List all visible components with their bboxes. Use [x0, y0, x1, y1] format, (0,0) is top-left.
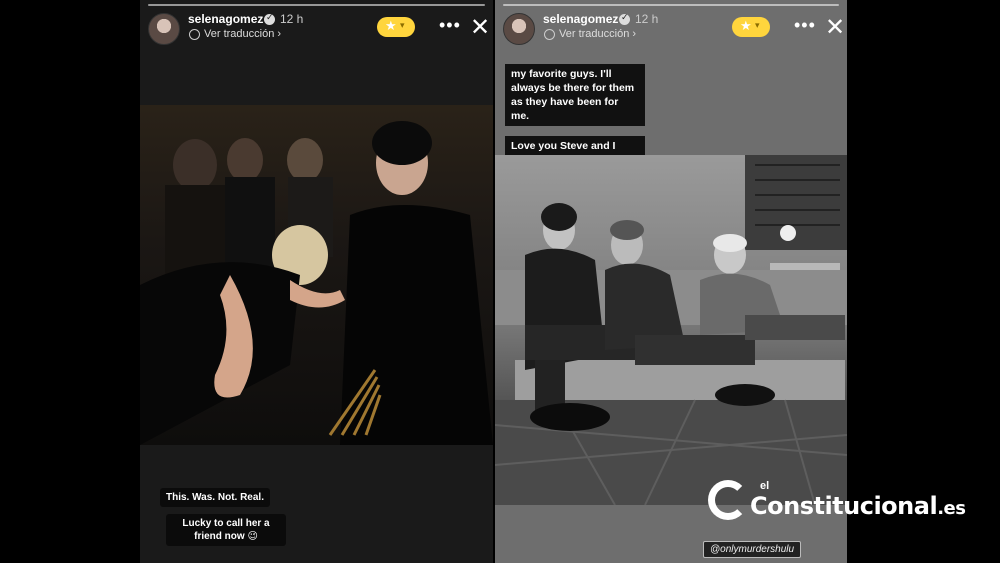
logo-name: Constitucional.es [750, 492, 966, 520]
story-progress-bar [503, 4, 839, 6]
photo-illustration [140, 121, 493, 445]
avatar[interactable] [148, 13, 180, 45]
verified-icon [619, 12, 630, 25]
translate-link[interactable]: Ver traducción › [559, 28, 636, 40]
logo-mark-icon [708, 480, 748, 520]
more-icon[interactable]: ••• [794, 15, 816, 36]
watermark-logo: el Constitucional.es [708, 478, 998, 533]
globe-icon [544, 29, 555, 40]
username[interactable]: selenagomez [188, 12, 263, 26]
verified-icon [264, 12, 275, 25]
mention-sticker[interactable]: @onlymurdershulu [703, 541, 802, 558]
story-photo [495, 155, 847, 505]
story-panel-left[interactable]: selenagomez 12 h Ver traducción › ★▾ •••… [140, 0, 493, 563]
chevron-down-icon: ▾ [400, 20, 405, 30]
close-icon[interactable]: ✕ [470, 13, 490, 42]
star-icon: ★ [385, 18, 397, 33]
close-icon[interactable]: ✕ [825, 13, 845, 42]
more-icon[interactable]: ••• [439, 15, 461, 36]
story-caption: my favorite guys. I'll always be there f… [505, 64, 645, 126]
favorites-button[interactable]: ★ ▾ [377, 17, 415, 37]
story-header: selenagomez 12 h Ver traducción › ★▾ •••… [148, 10, 490, 50]
post-time: 12 h [635, 12, 659, 26]
photo-illustration [495, 155, 847, 505]
globe-icon [189, 29, 200, 40]
chevron-down-icon: ▾ [755, 20, 760, 30]
story-caption: This. Was. Not. Real. [160, 488, 270, 507]
story-progress-bar [148, 4, 485, 6]
username[interactable]: selenagomez [543, 12, 618, 26]
story-photo [140, 105, 493, 445]
post-time: 12 h [280, 12, 304, 26]
story-caption: Lucky to call her a friend now 😉 [166, 514, 286, 546]
translate-link[interactable]: Ver traducción › [204, 28, 281, 40]
star-icon: ★ [740, 18, 752, 33]
story-header: selenagomez 12 h Ver traducción › ★▾ •••… [503, 10, 845, 50]
favorites-button[interactable]: ★ ▾ [732, 17, 770, 37]
logo-prefix: el [760, 480, 770, 492]
avatar[interactable] [503, 13, 535, 45]
